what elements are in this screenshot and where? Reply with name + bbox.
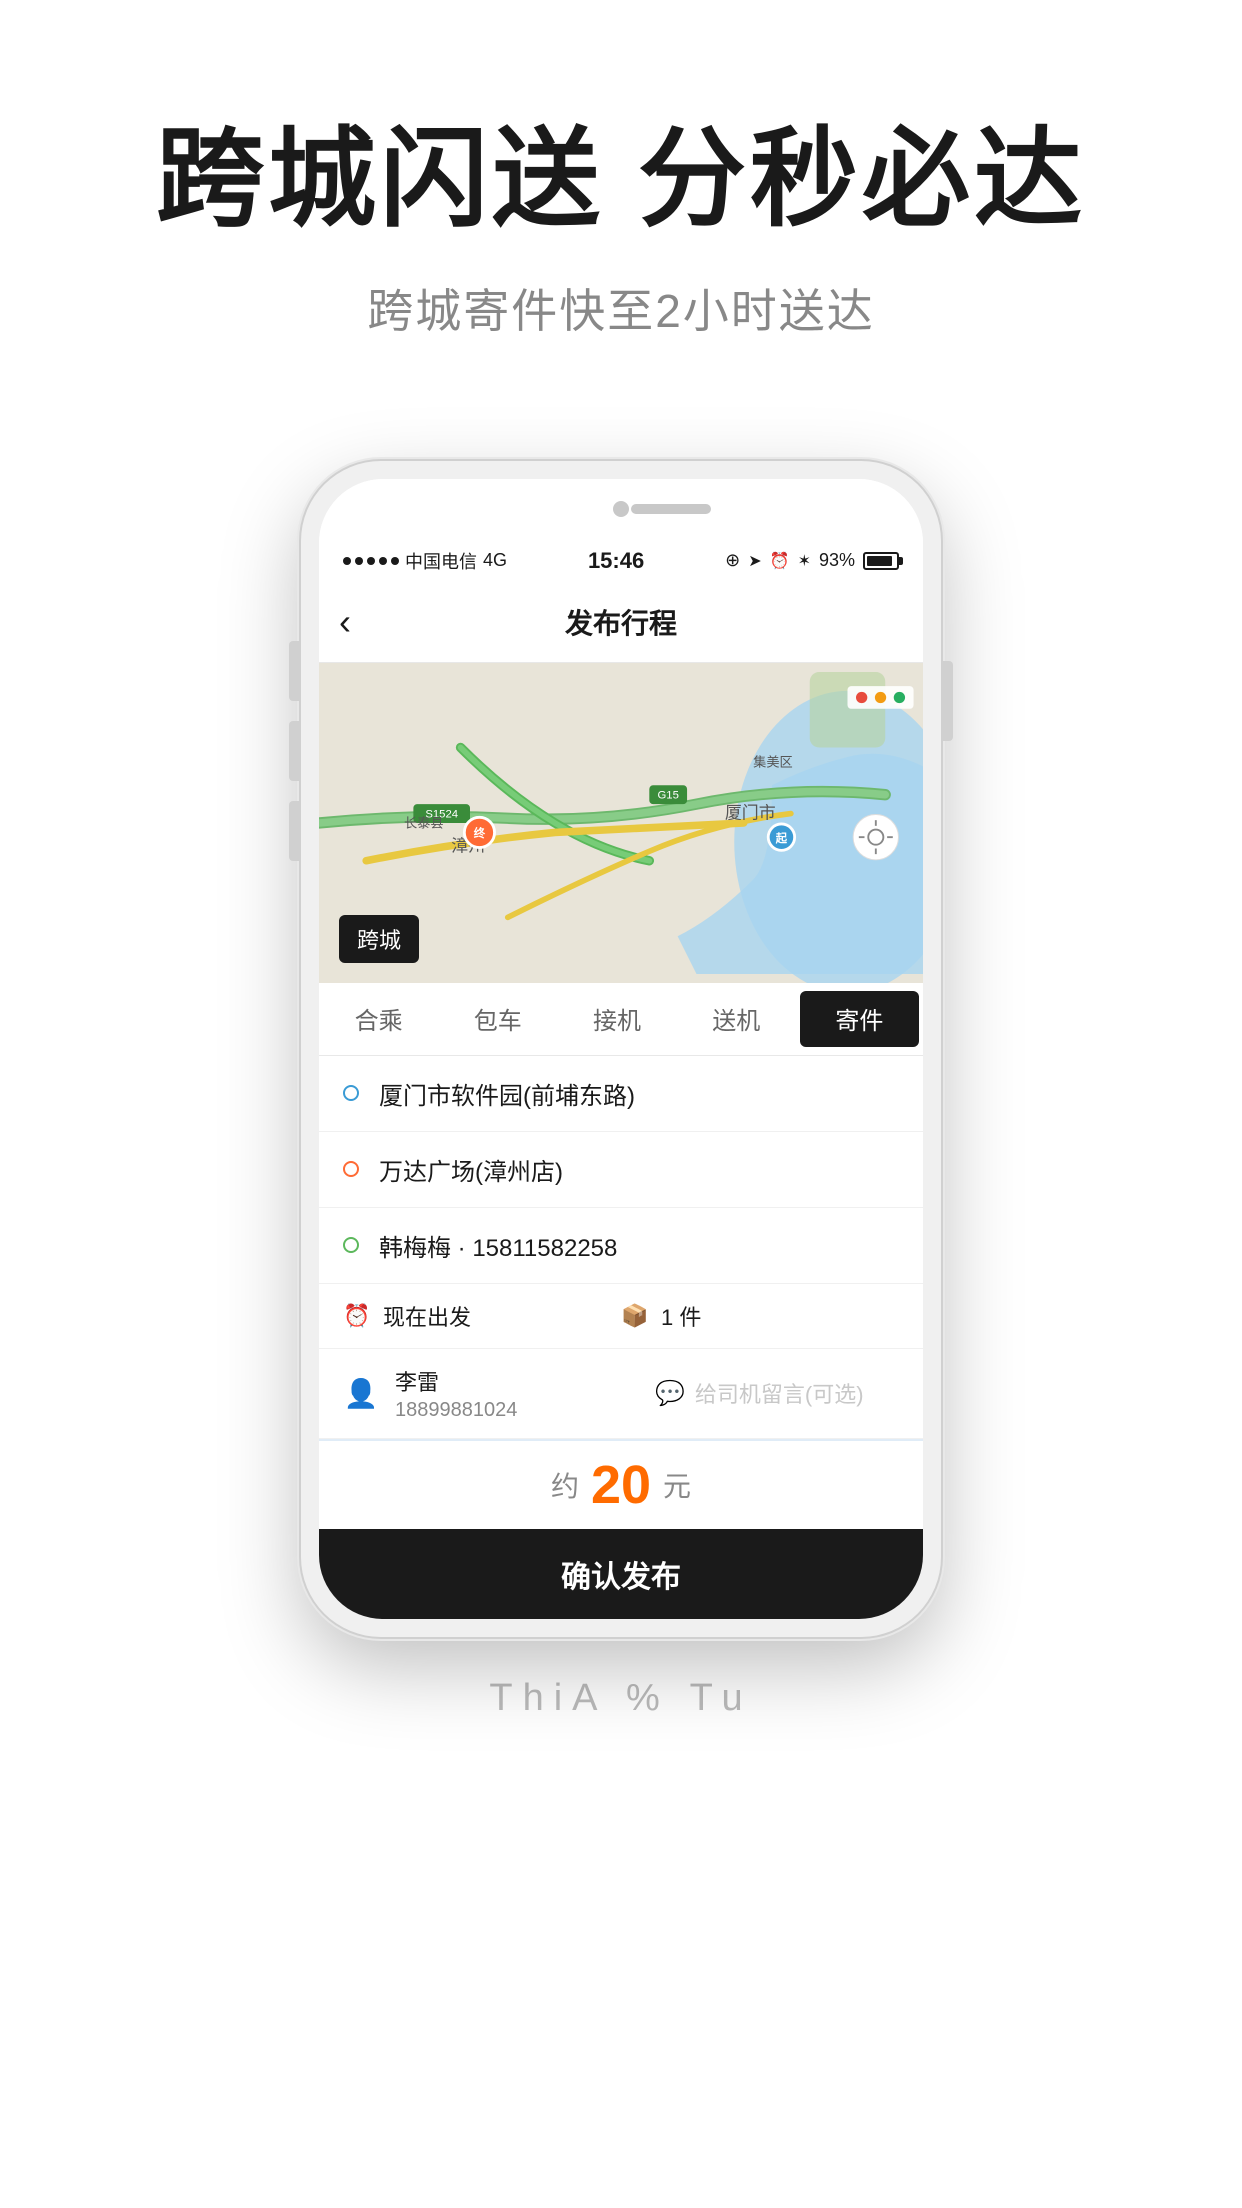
price-amount: 20 [591, 1454, 651, 1516]
user-avatar-icon: 👤 [343, 1375, 379, 1411]
item-count-section[interactable]: 📦 1 件 [621, 1300, 899, 1332]
phone-top-bar [319, 479, 923, 539]
tab-sendoff[interactable]: 送机 [677, 983, 796, 1055]
sender-name: 李雷 [395, 1365, 639, 1397]
signal-dot-1 [343, 557, 351, 565]
item-count-label: 1 件 [661, 1300, 701, 1332]
hero-title: 跨城闪送 分秒必达 [80, 120, 1162, 239]
battery-fill [867, 556, 892, 566]
nav-bar: ‹ 发布行程 [319, 583, 923, 663]
nav-title: 发布行程 [565, 602, 677, 642]
signal-dot-5 [391, 557, 399, 565]
hero-subtitle: 跨城寄件快至2小时送达 [80, 275, 1162, 341]
status-right: ⊕ ➤ ⏰ ✶ 93% [725, 550, 899, 571]
svg-text:G15: G15 [657, 789, 678, 801]
tab-charter[interactable]: 包车 [438, 983, 557, 1055]
clock-icon: ⏰ [343, 1302, 371, 1330]
map-area[interactable]: S1524 G15 漳州 长泰县 厦门市 集美区 起 终 [319, 663, 923, 983]
recipient-row[interactable]: 韩梅梅 · 15811582258 [319, 1208, 923, 1284]
package-icon: 📦 [621, 1302, 649, 1330]
recipient-dot [343, 1237, 359, 1253]
signal-dot-2 [355, 557, 363, 565]
price-bar: 约 20 元 [319, 1439, 923, 1529]
depart-count-row: ⏰ 现在出发 📦 1 件 [319, 1284, 923, 1349]
confirm-btn-text: 确认发布 [561, 1552, 681, 1596]
recipient-text: 韩梅梅 · 15811582258 [379, 1228, 617, 1263]
location-status-icon: ⊕ [725, 550, 740, 571]
destination-text: 万达广场(漳州店) [379, 1152, 563, 1187]
carrier-label: 中国电信 [405, 548, 477, 574]
battery-icon [863, 552, 899, 570]
tab-pickup[interactable]: 接机 [557, 983, 676, 1055]
hero-section: 跨城闪送 分秒必达 跨城寄件快至2小时送达 [0, 0, 1242, 401]
origin-text: 厦门市软件园(前埔东路) [379, 1076, 635, 1111]
message-icon: 💬 [655, 1379, 685, 1408]
message-placeholder: 给司机留言(可选) [695, 1377, 864, 1409]
signal-dot-4 [379, 557, 387, 565]
svg-text:集美区: 集美区 [753, 754, 793, 769]
signal-dots [343, 557, 399, 565]
sender-phone: 18899881024 [395, 1399, 639, 1422]
destination-row[interactable]: 万达广场(漳州店) [319, 1132, 923, 1208]
gps-icon: ➤ [748, 551, 761, 571]
phone-camera [613, 501, 629, 517]
form-section: 厦门市软件园(前埔东路) 万达广场(漳州店) 韩梅梅 · 15811582258… [319, 1056, 923, 1439]
message-field[interactable]: 💬 给司机留言(可选) [655, 1377, 899, 1409]
cross-city-badge: 跨城 [339, 915, 419, 963]
alarm-icon: ⏰ [770, 551, 790, 571]
svg-text:起: 起 [775, 831, 788, 845]
price-unit: 元 [663, 1465, 691, 1505]
sender-info[interactable]: 李雷 18899881024 [395, 1365, 639, 1422]
tab-parcel[interactable]: 寄件 [800, 991, 919, 1047]
depart-time-label: 现在出发 [383, 1300, 471, 1332]
destination-dot [343, 1161, 359, 1177]
svg-text:终: 终 [474, 826, 486, 840]
tab-carpooling[interactable]: 合乘 [319, 983, 438, 1055]
confirm-button[interactable]: 确认发布 [319, 1529, 923, 1619]
network-label: 4G [483, 550, 507, 571]
watermark-area: ThiA % Tu [0, 1677, 1242, 1760]
tabs-row: 合乘 包车 接机 送机 寄件 [319, 983, 923, 1056]
bluetooth-icon: ✶ [798, 551, 811, 571]
status-bar: 中国电信 4G 15:46 ⊕ ➤ ⏰ ✶ 93% [319, 539, 923, 583]
time-label: 15:46 [588, 548, 644, 574]
price-approx-label: 约 [551, 1465, 579, 1505]
origin-dot [343, 1085, 359, 1101]
signal-dot-3 [367, 557, 375, 565]
battery-percent: 93% [819, 550, 855, 571]
sender-row: 👤 李雷 18899881024 💬 给司机留言(可选) [319, 1349, 923, 1439]
phone-mockup: 中国电信 4G 15:46 ⊕ ➤ ⏰ ✶ 93% ‹ [0, 461, 1242, 1637]
phone-speaker [631, 504, 711, 514]
phone-inner: 中国电信 4G 15:46 ⊕ ➤ ⏰ ✶ 93% ‹ [319, 479, 923, 1619]
depart-time-section[interactable]: ⏰ 现在出发 [343, 1300, 621, 1332]
phone-outer: 中国电信 4G 15:46 ⊕ ➤ ⏰ ✶ 93% ‹ [301, 461, 941, 1637]
svg-text:厦门市: 厦门市 [725, 803, 776, 822]
origin-row[interactable]: 厦门市软件园(前埔东路) [319, 1056, 923, 1132]
back-button[interactable]: ‹ [339, 601, 351, 643]
svg-text:长泰县: 长泰县 [404, 816, 444, 831]
status-left: 中国电信 4G [343, 548, 507, 574]
watermark-text: ThiA % Tu [489, 1677, 752, 1719]
